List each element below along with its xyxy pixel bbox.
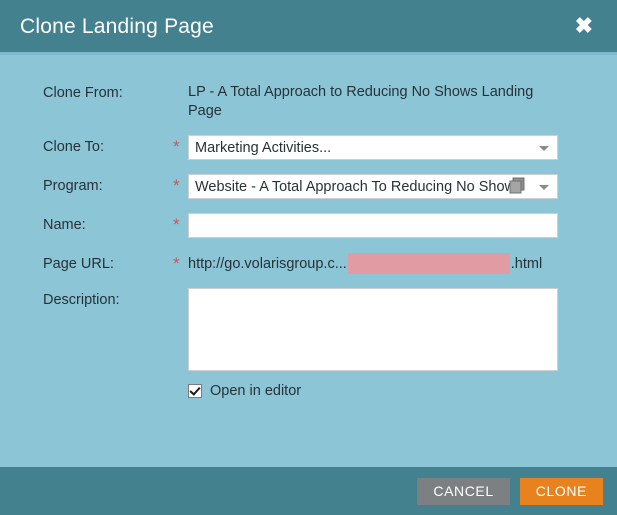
dialog-footer: CANCEL CLONE: [0, 467, 617, 515]
page-url-line: http://go.volarisgroup.c... .html: [188, 252, 542, 274]
page-url-prefix: http://go.volarisgroup.c...: [188, 256, 347, 272]
clone-to-required-marker: *: [173, 135, 188, 157]
open-in-editor-checkbox[interactable]: [188, 384, 202, 398]
page-url-label: Page URL:: [43, 252, 173, 273]
name-required-marker: *: [173, 213, 188, 235]
page-url-required-marker: *: [173, 252, 188, 274]
program-select-wrap: [188, 174, 558, 199]
row-open-in-editor: Open in editor: [0, 383, 617, 399]
row-clone-from: Clone From: * LP - A Total Approach to R…: [0, 81, 617, 121]
clone-from-value: LP - A Total Approach to Reducing No Sho…: [188, 81, 558, 121]
dialog-title: Clone Landing Page: [20, 16, 214, 37]
clone-from-label: Clone From:: [43, 81, 173, 102]
row-description: Description: *: [0, 288, 617, 371]
page-url-suffix: .html: [511, 256, 542, 272]
dialog-body: Clone From: * LP - A Total Approach to R…: [0, 55, 617, 467]
description-label: Description:: [43, 288, 173, 309]
row-clone-to: Clone To: *: [0, 135, 617, 160]
page-url-input[interactable]: [348, 253, 510, 274]
description-required-marker: *: [173, 288, 188, 310]
row-program: Program: *: [0, 174, 617, 199]
clone-landing-page-dialog: Clone Landing Page ✖ Clone From: * LP - …: [0, 0, 617, 515]
description-textarea[interactable]: [188, 288, 558, 371]
program-select[interactable]: [188, 174, 558, 199]
program-required-marker: *: [173, 174, 188, 196]
clone-button[interactable]: CLONE: [520, 478, 603, 505]
row-page-url: Page URL: * http://go.volarisgroup.c... …: [0, 252, 617, 274]
clone-from-required-marker: *: [173, 81, 188, 103]
close-icon[interactable]: ✖: [569, 13, 599, 39]
clone-to-select-wrap: [188, 135, 558, 160]
clone-to-select[interactable]: [188, 135, 558, 160]
cancel-button[interactable]: CANCEL: [417, 478, 509, 505]
clone-to-label: Clone To:: [43, 135, 173, 156]
name-input[interactable]: [188, 213, 558, 238]
open-in-editor-label[interactable]: Open in editor: [210, 383, 301, 399]
name-label: Name:: [43, 213, 173, 234]
dialog-titlebar: Clone Landing Page ✖: [0, 0, 617, 52]
program-label: Program:: [43, 174, 173, 195]
row-name: Name: *: [0, 213, 617, 238]
